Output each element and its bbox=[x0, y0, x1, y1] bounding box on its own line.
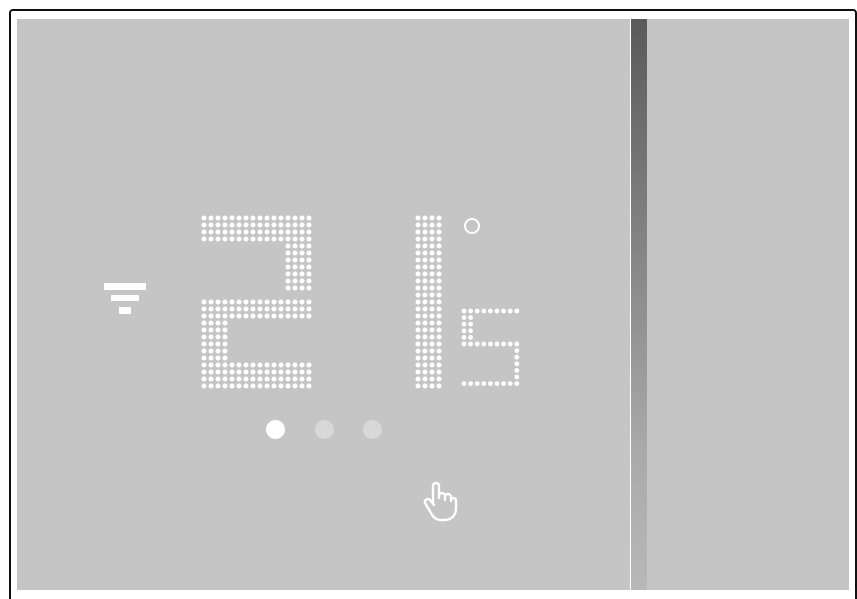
degree-symbol bbox=[464, 218, 480, 234]
page-dot[interactable] bbox=[315, 420, 334, 439]
page-dot[interactable] bbox=[363, 420, 382, 439]
page-dot[interactable] bbox=[266, 420, 285, 439]
temperature-decimal-digit bbox=[461, 308, 520, 386]
heating-icon bbox=[104, 283, 146, 319]
side-panel bbox=[647, 19, 849, 590]
light-strip-divider bbox=[631, 19, 647, 590]
touch-hand-icon bbox=[423, 481, 458, 522]
temperature-ones-digit bbox=[415, 215, 442, 389]
temperature-tens-digit bbox=[201, 215, 312, 389]
